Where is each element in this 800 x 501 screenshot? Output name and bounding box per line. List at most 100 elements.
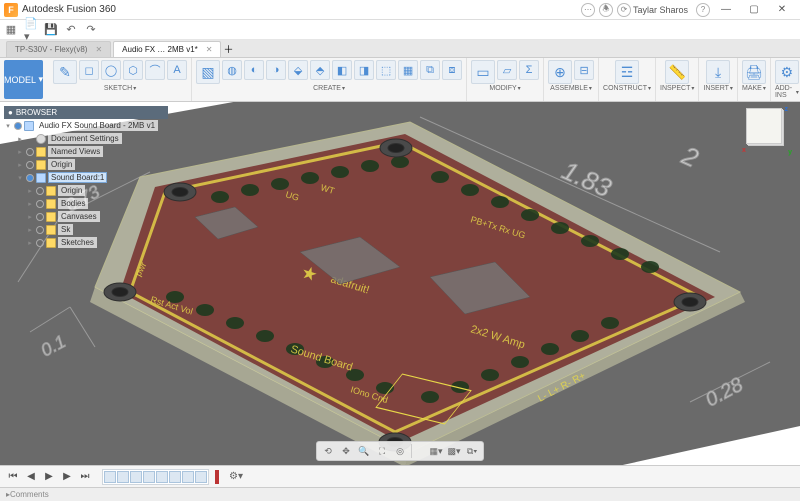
- browser-node[interactable]: ▸Named Views: [4, 145, 168, 158]
- display-icon[interactable]: ▦▾: [429, 444, 443, 458]
- sketch-create-icon[interactable]: ✎: [53, 60, 77, 84]
- ribbon-label[interactable]: INSERT▾: [703, 85, 733, 92]
- asbuilt-icon[interactable]: ⊟: [574, 60, 594, 80]
- plane-icon[interactable]: ☲: [615, 60, 639, 84]
- sketch-text-icon[interactable]: A: [167, 60, 187, 80]
- comments-bar[interactable]: ▸ Comments: [0, 487, 800, 501]
- ribbon-label[interactable]: MODIFY▾: [489, 85, 520, 92]
- sketch-circle-icon[interactable]: ◯: [101, 60, 121, 80]
- torus-icon[interactable]: ⧈: [442, 60, 462, 80]
- close-icon[interactable]: ✕: [95, 45, 102, 54]
- addins-icon[interactable]: ⚙: [775, 60, 799, 84]
- ribbon-label[interactable]: CREATE▾: [313, 85, 345, 92]
- extrude-icon[interactable]: ▧: [196, 60, 220, 84]
- close-button[interactable]: ✕: [768, 1, 796, 19]
- timeline-settings-icon[interactable]: ⚙▾: [229, 470, 243, 484]
- user-name[interactable]: Taylar Sharos: [633, 5, 688, 15]
- loft-icon[interactable]: ◑: [266, 60, 286, 80]
- ribbon-label[interactable]: SKETCH▾: [104, 85, 136, 92]
- viewcube[interactable]: z x y: [746, 108, 790, 152]
- rib-icon[interactable]: ⬙: [288, 60, 308, 80]
- ribbon-label[interactable]: MAKE▾: [742, 85, 766, 92]
- sketch-polygon-icon[interactable]: ⬡: [123, 60, 143, 80]
- notifications-icon[interactable]: 🕭: [599, 3, 613, 17]
- extensions-icon[interactable]: ⋯: [581, 3, 595, 17]
- zoom-icon[interactable]: 🔍: [357, 444, 371, 458]
- jobstatus-icon[interactable]: ⟳: [617, 3, 631, 17]
- timeline-end-button[interactable]: ⏭: [78, 470, 92, 484]
- timeline-marker[interactable]: [215, 470, 219, 484]
- sketch-rectangle-icon[interactable]: ◻: [79, 60, 99, 80]
- help-icon[interactable]: ?: [696, 3, 710, 17]
- ribbon-group-construct: ☲ CONSTRUCT▾: [599, 58, 656, 101]
- ribbon-label[interactable]: ADD-INS▾: [775, 85, 799, 99]
- timeline-step[interactable]: [195, 471, 207, 483]
- hole-icon[interactable]: ◧: [332, 60, 352, 80]
- browser-panel: ● BROWSER ▾ Audio FX Sound Board - 2MB v…: [4, 106, 168, 249]
- browser-node[interactable]: ▾Sound Board:1: [4, 171, 168, 184]
- timeline-step[interactable]: [156, 471, 168, 483]
- web-icon[interactable]: ⬘: [310, 60, 330, 80]
- browser-node[interactable]: ▸Origin: [4, 184, 168, 197]
- box-icon[interactable]: ⬚: [376, 60, 396, 80]
- ribbon-label[interactable]: INSPECT▾: [660, 85, 694, 92]
- file-menu-icon[interactable]: 📄▾: [24, 23, 38, 37]
- browser-node[interactable]: ▸Sketches: [4, 236, 168, 249]
- cylinder-icon[interactable]: ▦: [398, 60, 418, 80]
- browser-node[interactable]: ▸Canvases: [4, 210, 168, 223]
- redo-icon[interactable]: ↷: [84, 23, 98, 37]
- browser-node[interactable]: ▸Document Settings: [4, 132, 168, 145]
- fit-icon[interactable]: ⛶: [375, 444, 389, 458]
- grid-icon[interactable]: ▩▾: [447, 444, 461, 458]
- timeline-fwd-button[interactable]: ▶: [60, 470, 74, 484]
- browser-header[interactable]: ● BROWSER: [4, 106, 168, 119]
- timeline-step[interactable]: [169, 471, 181, 483]
- viewports-icon[interactable]: ⧉▾: [465, 444, 479, 458]
- print3d-icon[interactable]: 🖨: [742, 60, 766, 84]
- timeline-step[interactable]: [104, 471, 116, 483]
- navigation-bar: ⟲ ✥ 🔍 ⛶ ◎ ▦▾ ▩▾ ⧉▾: [316, 441, 484, 461]
- timeline-step[interactable]: [117, 471, 129, 483]
- save-icon[interactable]: 💾: [44, 23, 58, 37]
- data-panel-icon[interactable]: ▦: [4, 23, 18, 37]
- timeline-step[interactable]: [130, 471, 142, 483]
- joint-icon[interactable]: ⊕: [548, 60, 572, 84]
- timeline-start-button[interactable]: ⏮: [6, 470, 20, 484]
- document-tabs: TP-S30V - Flexy(v8) ✕ Audio FX … 2MB v1*…: [0, 40, 800, 58]
- tab-document-1[interactable]: TP-S30V - Flexy(v8) ✕: [6, 41, 111, 57]
- revolve-icon[interactable]: ◍: [222, 60, 242, 80]
- measure-icon[interactable]: 📏: [665, 60, 689, 84]
- undo-icon[interactable]: ↶: [64, 23, 78, 37]
- presspull-icon[interactable]: ▭: [471, 60, 495, 84]
- insert-icon[interactable]: ⤓: [706, 60, 730, 84]
- workspace-switcher[interactable]: MODEL ▾: [4, 60, 43, 99]
- timeline-track[interactable]: [102, 469, 209, 485]
- timeline-play-button[interactable]: ▶: [42, 470, 56, 484]
- timeline-step[interactable]: [182, 471, 194, 483]
- timeline-back-button[interactable]: ◀: [24, 470, 38, 484]
- title-bar: F Autodesk Fusion 360 ⋯ 🕭 ⟳ Taylar Sharo…: [0, 0, 800, 20]
- maximize-button[interactable]: ▢: [740, 1, 768, 19]
- fillet-icon[interactable]: ▱: [497, 60, 517, 80]
- ribbon-group-addins: ⚙ ADD-INS▾: [771, 58, 800, 101]
- sketch-arc-icon[interactable]: ⌒: [145, 60, 165, 80]
- browser-node[interactable]: ▸Sk: [4, 223, 168, 236]
- browser-node[interactable]: ▸Origin: [4, 158, 168, 171]
- thread-icon[interactable]: ◨: [354, 60, 374, 80]
- tab-label: TP-S30V - Flexy(v8): [15, 45, 87, 54]
- pan-icon[interactable]: ✥: [339, 444, 353, 458]
- timeline-step[interactable]: [143, 471, 155, 483]
- parameters-icon[interactable]: Σ: [519, 60, 539, 80]
- minimize-button[interactable]: —: [712, 1, 740, 19]
- ribbon-label[interactable]: ASSEMBLE▾: [550, 85, 592, 92]
- lookat-icon[interactable]: ◎: [393, 444, 407, 458]
- new-tab-button[interactable]: ＋: [223, 41, 233, 56]
- sweep-icon[interactable]: ◐: [244, 60, 264, 80]
- browser-root[interactable]: ▾ Audio FX Sound Board - 2MB v1: [4, 119, 168, 132]
- browser-node[interactable]: ▸Bodies: [4, 197, 168, 210]
- orbit-icon[interactable]: ⟲: [321, 444, 335, 458]
- sphere-icon[interactable]: ⧉: [420, 60, 440, 80]
- ribbon-label[interactable]: CONSTRUCT▾: [603, 85, 651, 92]
- close-icon[interactable]: ✕: [206, 45, 213, 54]
- tab-document-2[interactable]: Audio FX … 2MB v1* ✕: [113, 41, 221, 57]
